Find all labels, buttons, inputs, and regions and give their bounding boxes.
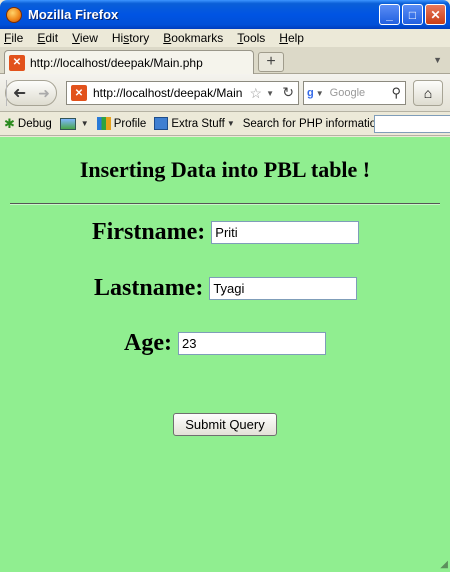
home-icon[interactable]: ⌂ <box>413 80 443 106</box>
menu-bar: File Edit View History Bookmarks Tools H… <box>0 29 450 47</box>
page-content: Inserting Data into PBL table ! Firstnam… <box>0 137 450 572</box>
menu-edit[interactable]: Edit <box>37 31 58 45</box>
menu-tools[interactable]: Tools <box>237 31 265 45</box>
debug-button[interactable]: ✱ Debug <box>4 116 52 132</box>
tab-list-icon[interactable]: ▼ <box>433 55 442 65</box>
site-identity-icon[interactable]: ✕ <box>71 85 87 101</box>
url-dropdown-icon[interactable]: ▼ <box>266 89 274 98</box>
star-icon[interactable]: ☆ <box>249 85 262 102</box>
menu-view[interactable]: View <box>72 31 98 45</box>
page-heading: Inserting Data into PBL table ! <box>79 157 371 182</box>
extra-stuff-button[interactable]: Extra Stuff ▼ <box>154 117 235 130</box>
xampp-icon: ✕ <box>9 54 25 71</box>
chevron-down-icon: ▼ <box>80 119 89 128</box>
menu-history[interactable]: History <box>112 31 149 45</box>
title-bar[interactable]: Mozilla Firefox _ □ ✕ <box>0 0 450 29</box>
tab-label: http://localhost/deepak/Main.php <box>30 55 203 70</box>
image-icon <box>59 117 76 130</box>
profile-label: Profile <box>113 117 147 130</box>
maximize-button[interactable]: □ <box>402 4 423 25</box>
age-label: Age: <box>124 330 172 356</box>
firstname-input[interactable]: Priti <box>211 221 360 244</box>
firefox-icon <box>6 6 22 23</box>
debug-label: Debug <box>17 117 52 130</box>
firstname-row: Firstname: Priti <box>92 219 360 246</box>
tab-main-php[interactable]: ✕ http://localhost/deepak/Main.php <box>4 50 254 74</box>
lastname-label: Lastname: <box>94 275 204 301</box>
google-icon[interactable]: g <box>307 87 314 99</box>
new-tab-button[interactable]: + <box>258 52 284 72</box>
addon-bar: ✱ Debug ▼ Profile Extra Stuff ▼ Search f… <box>0 112 450 136</box>
navigation-bar: ➜ ➜ ✕ http://localhost/deepak/Main ☆ ▼ ↻… <box>0 74 450 112</box>
search-input[interactable]: Google <box>330 87 365 99</box>
tab-strip: ✕ http://localhost/deepak/Main.php + ▼ <box>0 47 450 74</box>
close-button[interactable]: ✕ <box>425 4 446 25</box>
reload-icon[interactable]: ↻ <box>282 84 294 101</box>
menu-help[interactable]: Help <box>279 31 304 45</box>
image-menu-button[interactable]: ▼ <box>59 117 89 130</box>
lastname-row: Lastname: Tyagi <box>94 275 358 302</box>
bug-icon: ✱ <box>4 115 15 131</box>
firstname-label: Firstname: <box>92 219 206 245</box>
back-arrow-icon[interactable]: ➜ <box>6 80 32 106</box>
profile-icon <box>96 117 111 130</box>
minimize-button[interactable]: _ <box>379 4 400 25</box>
php-search-label: Search for PHP information: <box>242 117 386 130</box>
age-row: Age: 23 <box>124 330 326 357</box>
profile-button[interactable]: Profile <box>96 117 147 130</box>
php-search-input[interactable] <box>374 115 450 133</box>
back-forward-group: ➜ ➜ <box>5 80 57 106</box>
submit-query-button[interactable]: Submit Query <box>173 413 277 436</box>
divider <box>10 203 440 205</box>
resize-grip-icon[interactable]: ◢ <box>440 559 448 570</box>
forward-arrow-icon[interactable]: ➜ <box>32 85 56 102</box>
menu-bookmarks[interactable]: Bookmarks <box>163 31 223 45</box>
extra-stuff-label: Extra Stuff <box>171 117 225 130</box>
chevron-down-icon: ▼ <box>226 119 235 128</box>
window-title: Mozilla Firefox <box>28 7 119 22</box>
menu-file[interactable]: File <box>4 31 23 45</box>
magnify-icon[interactable]: ⚲ <box>391 85 401 101</box>
window-controls: _ □ ✕ <box>379 4 446 25</box>
search-engine-dropdown-icon[interactable]: ▼ <box>316 89 324 98</box>
lastname-input[interactable]: Tyagi <box>209 277 358 300</box>
url-bar[interactable]: ✕ http://localhost/deepak/Main ☆ ▼ ↻ <box>66 81 299 105</box>
age-input[interactable]: 23 <box>177 332 326 355</box>
extra-stuff-icon <box>154 117 169 130</box>
url-text[interactable]: http://localhost/deepak/Main <box>93 86 245 100</box>
search-bar[interactable]: g ▼ Google ⚲ <box>303 81 406 105</box>
